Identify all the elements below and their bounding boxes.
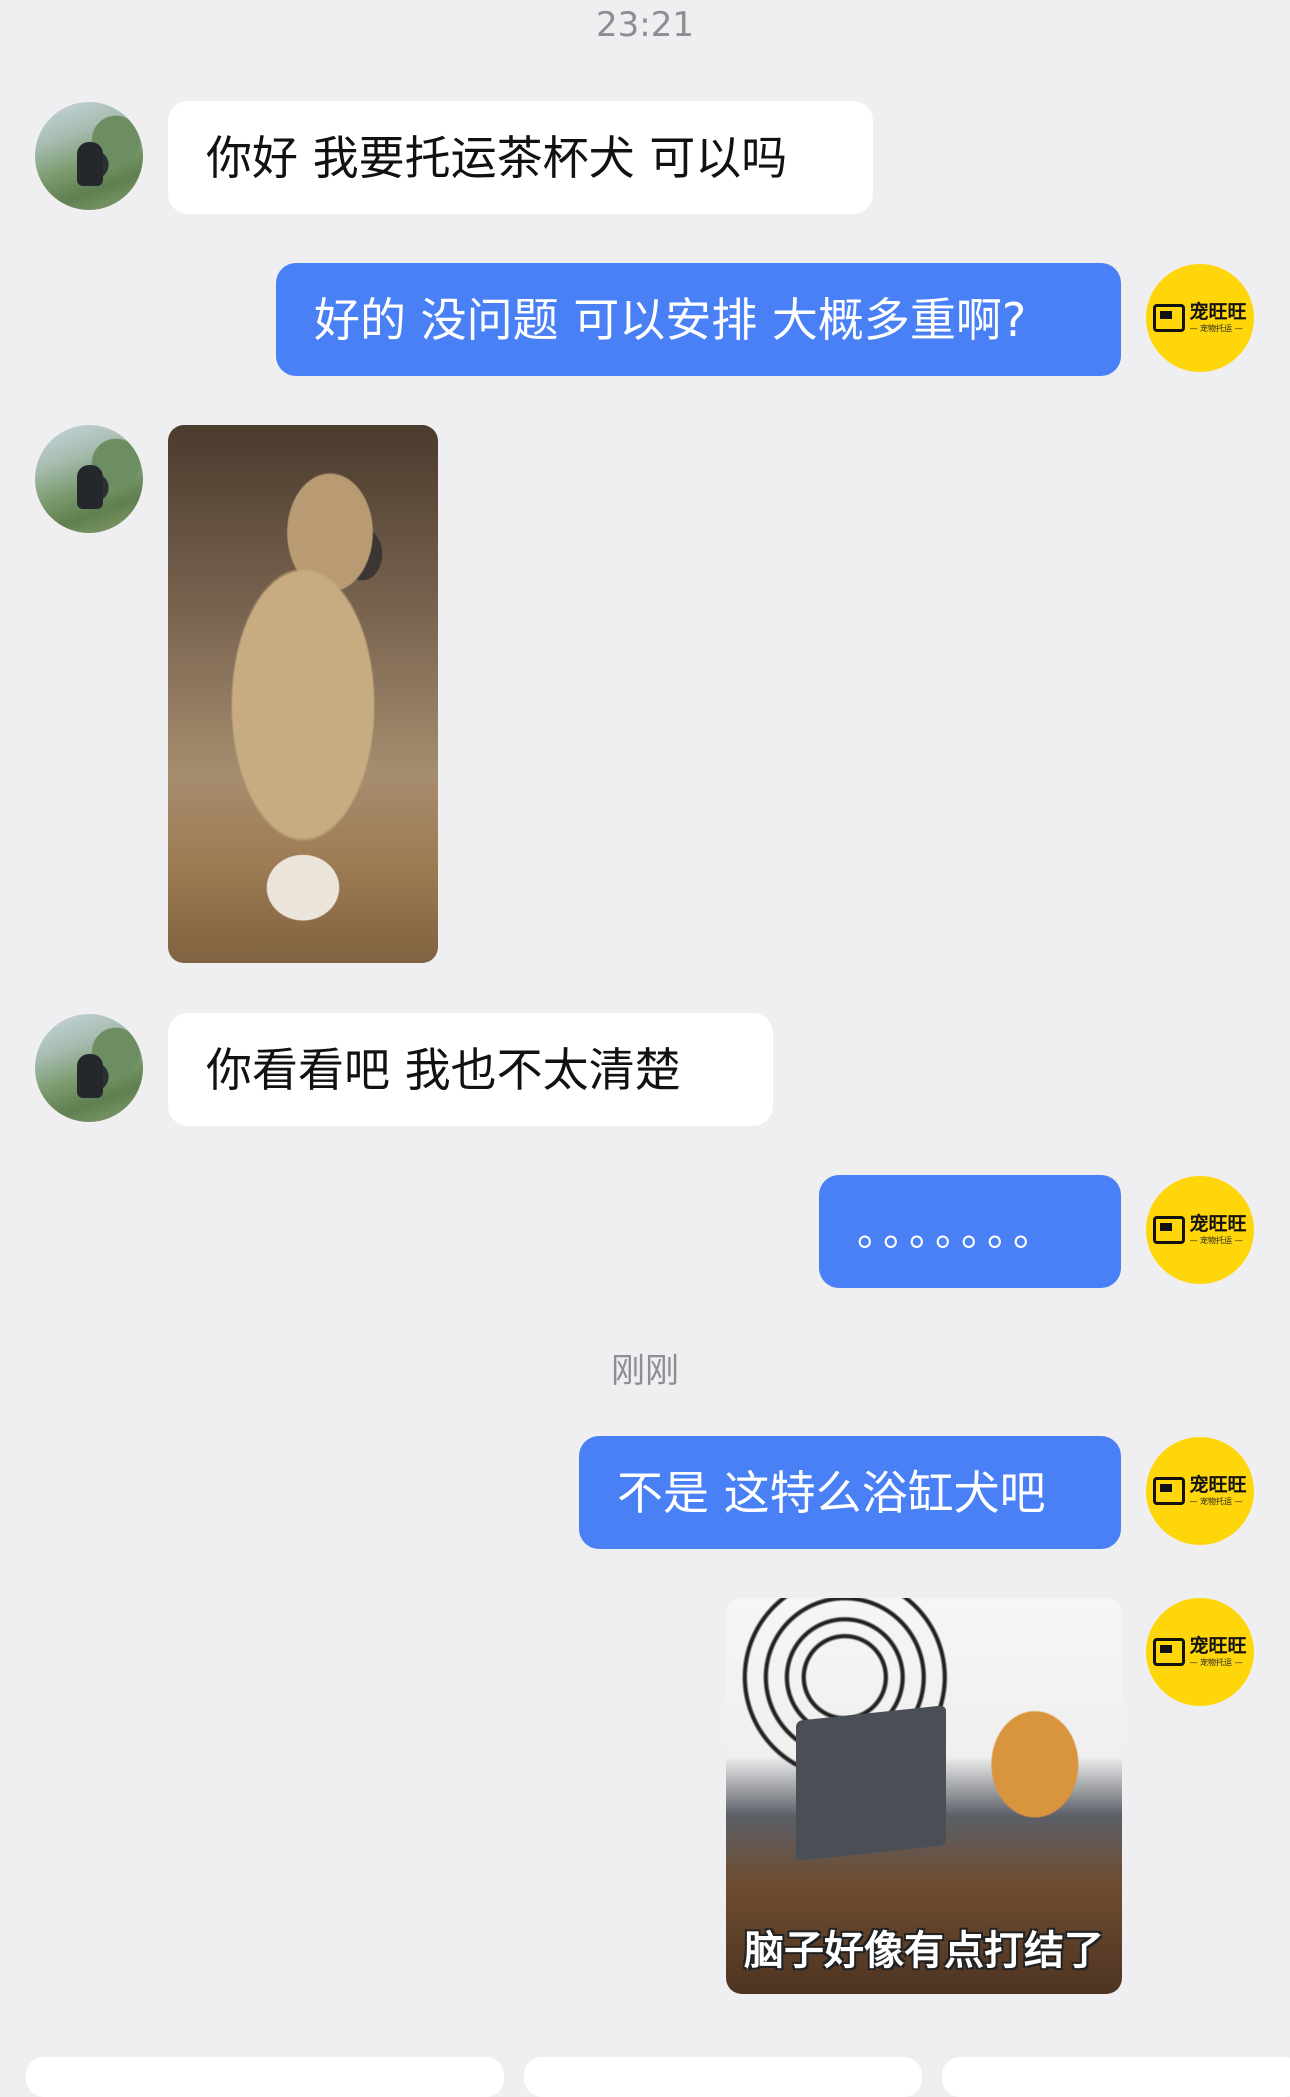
message-bubble-incoming[interactable]: 你好 我要托运茶杯犬 可以吗 <box>168 101 873 214</box>
shop-icon <box>1153 1216 1186 1244</box>
message-text: 你好 我要托运茶杯犬 可以吗 <box>206 130 788 185</box>
brand-tagline: — 宠物托运 — <box>1189 1658 1243 1667</box>
message-text: 不是 这特么浴缸犬吧 <box>617 1465 1046 1520</box>
brand-avatar[interactable]: 宠旺旺 — 宠物托运 — <box>1146 1437 1254 1545</box>
dog-in-teacup-image[interactable] <box>168 425 438 963</box>
message-text: 好的 没问题 可以安排 大概多重啊? <box>314 292 1027 347</box>
brand-logo: 宠旺旺 — 宠物托运 — <box>1153 1474 1247 1506</box>
contact-avatar[interactable] <box>35 425 143 533</box>
brand-logo: 宠旺旺 — 宠物托运 — <box>1153 1213 1247 1245</box>
message-bubble-incoming[interactable]: 你看看吧 我也不太清楚 <box>168 1013 773 1126</box>
brand-avatar[interactable]: 宠旺旺 — 宠物托运 — <box>1146 1176 1254 1284</box>
quick-reply-card[interactable] <box>524 2057 922 2097</box>
contact-avatar[interactable] <box>35 1014 143 1122</box>
message-bubble-outgoing[interactable]: 不是 这特么浴缸犬吧 <box>579 1436 1121 1549</box>
brand-logo: 宠旺旺 — 宠物托运 — <box>1153 1635 1247 1667</box>
brand-name: 宠旺旺 <box>1189 1474 1247 1496</box>
shop-icon <box>1153 304 1186 332</box>
brand-name: 宠旺旺 <box>1189 1213 1247 1235</box>
brand-name: 宠旺旺 <box>1189 1635 1247 1657</box>
brand-avatar[interactable]: 宠旺旺 — 宠物托运 — <box>1146 1598 1254 1706</box>
quick-reply-card[interactable] <box>26 2057 504 2097</box>
brand-avatar[interactable]: 宠旺旺 — 宠物托运 — <box>1146 264 1254 372</box>
brand-tagline: — 宠物托运 — <box>1189 324 1243 333</box>
shop-icon <box>1153 1638 1186 1666</box>
message-bubble-outgoing[interactable]: 。。。。。。。 <box>819 1175 1121 1288</box>
contact-avatar[interactable] <box>35 102 143 210</box>
monitor-illustration <box>796 1705 946 1861</box>
sticker-caption: 脑子好像有点打结了 <box>744 1928 1104 1974</box>
quick-reply-card[interactable] <box>942 2057 1290 2097</box>
brand-name: 宠旺旺 <box>1189 301 1247 323</box>
timestamp-recent: 刚刚 <box>611 1351 679 1391</box>
message-text: 你看看吧 我也不太清楚 <box>206 1042 681 1097</box>
message-text: 。。。。。。。 <box>857 1208 1059 1255</box>
brand-tagline: — 宠物托运 — <box>1189 1236 1243 1245</box>
message-bubble-outgoing[interactable]: 好的 没问题 可以安排 大概多重啊? <box>276 263 1121 376</box>
brand-tagline: — 宠物托运 — <box>1189 1497 1243 1506</box>
timestamp-top: 23:21 <box>596 5 694 45</box>
cat-sticker-image[interactable]: 脑子好像有点打结了 <box>726 1598 1122 1994</box>
brand-logo: 宠旺旺 — 宠物托运 — <box>1153 301 1247 333</box>
shop-icon <box>1153 1477 1186 1505</box>
